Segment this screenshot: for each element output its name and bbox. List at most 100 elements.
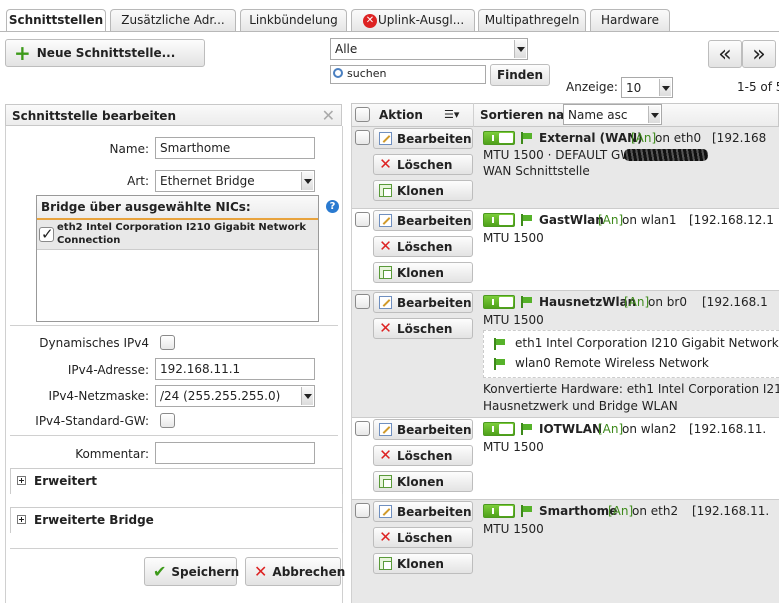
save-button[interactable]: ✔ Speichern <box>144 557 240 586</box>
row-checkbox[interactable] <box>355 294 370 309</box>
edit-label: Bearbeiten <box>397 295 472 310</box>
delete-button[interactable]: ✕ Löschen <box>373 527 473 548</box>
advanced-bridge-label: Erweiterte Bridge <box>34 513 154 527</box>
delete-label: Löschen <box>397 239 453 254</box>
advanced-bridge-section[interactable]: Erweiterte Bridge <box>10 507 343 533</box>
status-toggle[interactable] <box>483 422 515 436</box>
flag-icon <box>494 338 506 350</box>
search-icon <box>333 68 343 78</box>
delete-label: Löschen <box>397 321 453 336</box>
edit-button[interactable]: Bearbeiten <box>373 128 473 149</box>
interface-name: IOTWLAN <box>539 422 603 436</box>
divider <box>10 325 338 326</box>
ip-field[interactable]: 192.168.11.1 <box>155 358 315 380</box>
cancel-button[interactable]: ✕ Abbrechen <box>245 557 345 586</box>
flag-icon <box>521 132 533 144</box>
tab-uplink-ausgleich[interactable]: ✕ Uplink-Ausgl... <box>351 9 475 31</box>
edit-icon <box>379 505 392 518</box>
expand-icon <box>17 476 26 485</box>
advanced-section[interactable]: Erweitert <box>10 468 343 494</box>
row-checkbox[interactable] <box>355 212 370 227</box>
tab-multipathregeln[interactable]: Multipathregeln <box>478 9 586 31</box>
type-label: Art: <box>127 174 149 188</box>
help-icon[interactable]: ? <box>326 200 339 213</box>
tab-schnittstellen[interactable]: Schnittstellen <box>6 9 106 32</box>
dhcp-checkbox[interactable] <box>160 335 175 350</box>
tab-linkbuendelung[interactable]: Linkbündelung <box>240 9 347 31</box>
name-field[interactable]: Smarthome <box>155 137 315 159</box>
next-page-button[interactable]: » <box>742 40 776 68</box>
find-button[interactable]: Finden <box>490 64 550 86</box>
row-checkbox[interactable] <box>355 130 370 145</box>
filter-select[interactable]: Alle <box>330 38 528 60</box>
clone-button[interactable]: Klonen <box>373 262 473 283</box>
interface-detail: MTU 1500 <box>483 313 544 327</box>
error-icon: ✕ <box>363 14 377 28</box>
sort-select[interactable]: Name asc <box>563 104 662 125</box>
chevron-down-icon <box>659 79 671 96</box>
comment-field[interactable] <box>155 442 315 464</box>
display-value: 10 <box>626 81 642 95</box>
status-toggle[interactable] <box>483 295 515 309</box>
cancel-icon: ✕ <box>254 562 268 581</box>
mask-select[interactable]: /24 (255.255.255.0) <box>155 385 315 407</box>
delete-label: Löschen <box>397 530 453 545</box>
edit-icon <box>379 214 392 227</box>
interface-name: Smarthome <box>539 504 618 518</box>
status-toggle[interactable] <box>483 504 515 518</box>
close-icon[interactable]: ✕ <box>322 106 335 125</box>
row-checkbox[interactable] <box>355 421 370 436</box>
edit-panel-header: Schnittstelle bearbeiten ✕ <box>5 104 342 126</box>
tab-zusaetzliche-adressen[interactable]: Zusätzliche Adr... <box>110 9 236 31</box>
bridge-nic-item[interactable]: ✓ eth2 Intel Corporation I210 Gigabit Ne… <box>37 220 318 250</box>
interface-ip: [192.168.11. <box>692 504 770 518</box>
delete-button[interactable]: ✕ Löschen <box>373 445 473 466</box>
delete-label: Löschen <box>397 448 453 463</box>
new-interface-button[interactable]: + Neue Schnittstelle... <box>5 39 205 67</box>
gateway-checkbox[interactable] <box>160 413 175 428</box>
bridge-member: eth1 Intel Corporation I210 Gigabit Netw… <box>515 336 779 350</box>
clone-icon <box>379 475 392 488</box>
display-select[interactable]: 10 <box>621 77 673 98</box>
edit-icon <box>379 132 392 145</box>
interface-ip: [192.168.1 <box>702 295 768 309</box>
clone-button[interactable]: Klonen <box>373 553 473 574</box>
clone-label: Klonen <box>397 265 444 280</box>
page-range: 1-5 of 5 <box>737 80 779 94</box>
delete-icon: ✕ <box>379 446 392 464</box>
save-label: Speichern <box>171 564 240 579</box>
columns-menu-icon[interactable]: ☰▾ <box>444 108 459 121</box>
edit-button[interactable]: Bearbeiten <box>373 210 473 231</box>
tab-label: Uplink-Ausgl... <box>378 13 465 27</box>
comment-label: Kommentar: <box>75 447 149 461</box>
flag-icon <box>521 423 533 435</box>
delete-button[interactable]: ✕ Löschen <box>373 318 473 339</box>
clone-button[interactable]: Klonen <box>373 180 473 201</box>
status-toggle[interactable] <box>483 213 515 227</box>
bridge-nic-checkbox[interactable]: ✓ <box>39 225 54 243</box>
tab-hardware[interactable]: Hardware <box>590 9 670 31</box>
edit-icon <box>379 296 392 309</box>
row-checkbox[interactable] <box>355 503 370 518</box>
delete-button[interactable]: ✕ Löschen <box>373 236 473 257</box>
clone-icon <box>379 184 392 197</box>
chevron-down-icon <box>301 387 313 405</box>
interface-state: [An] <box>598 422 624 436</box>
action-header: Aktion <box>379 108 423 122</box>
type-select[interactable]: Ethernet Bridge <box>155 170 315 192</box>
ip-label: IPv4-Adresse: <box>67 363 149 377</box>
edit-label: Bearbeiten <box>397 504 472 519</box>
search-input[interactable]: suchen <box>330 65 486 84</box>
select-all-checkbox[interactable] <box>355 107 370 122</box>
edit-button[interactable]: Bearbeiten <box>373 501 473 522</box>
status-toggle[interactable] <box>483 131 515 145</box>
prev-page-button[interactable]: « <box>708 40 742 68</box>
delete-button[interactable]: ✕ Löschen <box>373 154 473 175</box>
bridge-nic-title: Bridge über ausgewählte NICs: <box>37 196 318 220</box>
clone-button[interactable]: Klonen <box>373 471 473 492</box>
edit-button[interactable]: Bearbeiten <box>373 419 473 440</box>
list-border-left <box>351 127 352 603</box>
gateway-label: IPv4-Standard-GW: <box>35 414 149 428</box>
column-divider <box>473 103 474 127</box>
edit-button[interactable]: Bearbeiten <box>373 292 473 313</box>
